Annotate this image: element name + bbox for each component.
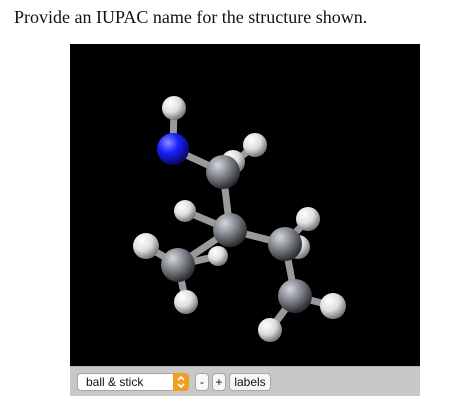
- select-arrows-icon: [173, 373, 189, 391]
- carbon-atom-c5[interactable]: [278, 279, 312, 313]
- display-mode-value: ball & stick: [86, 375, 144, 389]
- carbon-atom-c2[interactable]: [213, 213, 247, 247]
- hydrogen-atom-h4[interactable]: [174, 200, 196, 222]
- labels-toggle-button[interactable]: labels: [229, 373, 271, 391]
- hydrogen-atom-h1[interactable]: [162, 96, 186, 120]
- carbon-atom-c4[interactable]: [268, 227, 302, 261]
- nitrogen-atom-n1[interactable]: [157, 133, 189, 165]
- molecule-viewer[interactable]: [70, 44, 420, 366]
- zoom-out-button[interactable]: -: [195, 373, 209, 391]
- display-mode-select[interactable]: ball & stick: [77, 373, 189, 391]
- hydrogen-atom-h3[interactable]: [243, 133, 267, 157]
- hydrogen-atom-h8[interactable]: [296, 207, 320, 231]
- hydrogen-atom-h7[interactable]: [174, 290, 198, 314]
- molecule-canvas[interactable]: [70, 44, 420, 366]
- zoom-in-button[interactable]: +: [212, 373, 226, 391]
- question-text: Provide an IUPAC name for the structure …: [14, 7, 368, 27]
- carbon-atom-c3[interactable]: [161, 248, 195, 282]
- hydrogen-atom-h10[interactable]: [320, 293, 346, 319]
- hydrogen-atom-h6[interactable]: [133, 233, 159, 259]
- carbon-atom-c1[interactable]: [206, 155, 240, 189]
- hydrogen-atom-h5[interactable]: [208, 246, 228, 266]
- hydrogen-atom-h11[interactable]: [258, 318, 282, 342]
- viewer-controls: ball & stick - + labels: [70, 366, 420, 396]
